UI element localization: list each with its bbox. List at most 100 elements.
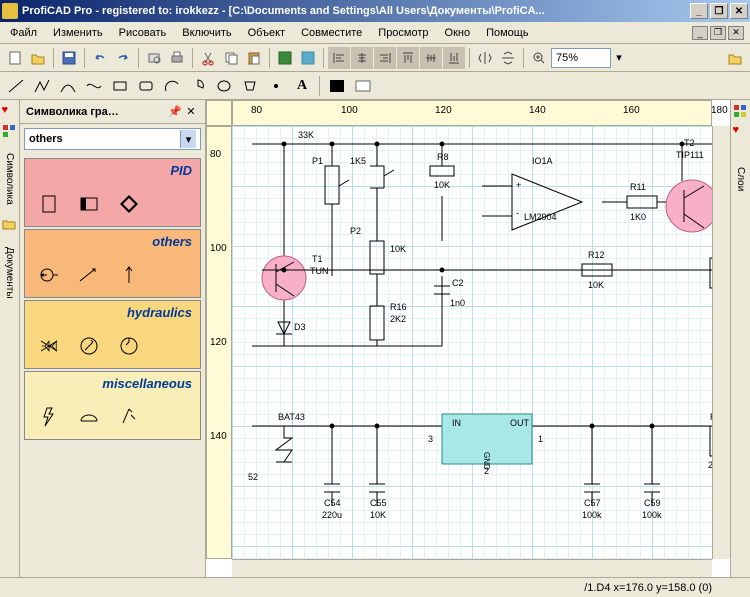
ellipse-tool[interactable] xyxy=(212,75,236,97)
statusbar: /1.D4 x=176.0 y=158.0 (0) xyxy=(0,577,750,597)
label-plus: + xyxy=(516,180,521,190)
chevron-down-icon[interactable]: ▾ xyxy=(180,130,196,148)
menu-window[interactable]: Окно xyxy=(437,25,479,41)
label-r8v: 10K xyxy=(434,180,450,190)
undo-button[interactable] xyxy=(89,47,111,69)
title-text: ProfiCAD Pro - registered to: irokkezz -… xyxy=(22,5,690,17)
image1-button[interactable] xyxy=(274,47,296,69)
menu-help[interactable]: Помощь xyxy=(478,25,537,41)
folder-tab-icon[interactable] xyxy=(2,218,18,234)
doc-minimize-button[interactable]: _ xyxy=(692,26,708,40)
image2-button[interactable] xyxy=(297,47,319,69)
menu-object[interactable]: Объект xyxy=(240,25,293,41)
label-c55: C55 xyxy=(370,498,387,508)
doc-restore-button[interactable]: ❐ xyxy=(710,26,726,40)
others-symbol-2[interactable] xyxy=(75,261,103,289)
category-misc[interactable]: miscellaneous xyxy=(24,371,201,440)
bezier-tool[interactable] xyxy=(82,75,106,97)
tab-symbols[interactable]: Символика xyxy=(1,144,19,214)
zoom-input[interactable]: 75% xyxy=(551,48,611,68)
maximize-button[interactable]: ❐ xyxy=(710,3,728,19)
category-others[interactable]: others xyxy=(24,229,201,298)
label-c59: C59 xyxy=(644,498,661,508)
scrollbar-horizontal[interactable] xyxy=(232,559,712,577)
menu-edit[interactable]: Изменить xyxy=(45,25,111,41)
heart-icon-right[interactable]: ♥ xyxy=(733,124,749,140)
pin-icon[interactable]: 📌 xyxy=(167,104,183,120)
pid-symbol-2[interactable] xyxy=(75,190,103,218)
doc-close-button[interactable]: ✕ xyxy=(728,26,744,40)
print-button[interactable] xyxy=(166,47,188,69)
redo-button[interactable] xyxy=(112,47,134,69)
menu-include[interactable]: Включить xyxy=(174,25,239,41)
category-dropdown[interactable]: others ▾ xyxy=(24,128,201,150)
copy-button[interactable] xyxy=(220,47,242,69)
heart-icon[interactable]: ♥ xyxy=(2,104,18,120)
label-out: OUT xyxy=(510,418,529,428)
align-center-v-button[interactable] xyxy=(420,47,442,69)
save-button[interactable] xyxy=(58,47,80,69)
align-center-h-button[interactable] xyxy=(351,47,373,69)
align-bottom-button[interactable] xyxy=(443,47,465,69)
layers-icon[interactable] xyxy=(733,104,749,120)
panel-title: Символика гра… xyxy=(26,106,167,118)
pie-tool[interactable] xyxy=(186,75,210,97)
hyd-symbol-3[interactable] xyxy=(115,332,143,360)
close-button[interactable]: ✕ xyxy=(730,3,748,19)
text-tool[interactable]: A xyxy=(290,75,314,97)
panel-header: Символика гра… 📌 ✕ xyxy=(20,100,205,124)
others-symbol-1[interactable] xyxy=(35,261,63,289)
curve-tool[interactable] xyxy=(56,75,80,97)
zoom-button[interactable] xyxy=(528,47,550,69)
fill-button[interactable] xyxy=(351,75,375,97)
align-right-button[interactable] xyxy=(374,47,396,69)
ruler-horizontal[interactable]: 80 100 120 140 160 180 xyxy=(232,100,712,126)
pid-symbol-3[interactable] xyxy=(115,190,143,218)
pid-symbol-1[interactable] xyxy=(35,190,63,218)
rect-tool[interactable] xyxy=(108,75,132,97)
flip-v-button[interactable] xyxy=(497,47,519,69)
flip-h-button[interactable] xyxy=(474,47,496,69)
align-top-button[interactable] xyxy=(397,47,419,69)
others-symbol-3[interactable] xyxy=(115,261,143,289)
point-tool[interactable] xyxy=(264,75,288,97)
line-tool[interactable] xyxy=(4,75,28,97)
drawing-canvas[interactable]: 33K P1 1K5 R8 10K IO1A LM2904 + - R11 1K… xyxy=(232,126,712,559)
ruler-vertical[interactable]: 80 100 120 140 xyxy=(206,126,232,559)
cut-button[interactable] xyxy=(197,47,219,69)
misc-symbol-3[interactable] xyxy=(115,403,143,431)
tab-layers[interactable]: Слои xyxy=(732,144,750,214)
menu-align[interactable]: Совместите xyxy=(293,25,370,41)
print-preview-button[interactable] xyxy=(143,47,165,69)
hyd-symbol-1[interactable] xyxy=(35,332,63,360)
polygon-tool[interactable] xyxy=(238,75,262,97)
roundrect-tool[interactable] xyxy=(134,75,158,97)
align-left-button[interactable] xyxy=(328,47,350,69)
label-c54: C54 xyxy=(324,498,341,508)
category-hydraulics[interactable]: hydraulics xyxy=(24,300,201,369)
new-button[interactable] xyxy=(4,47,26,69)
paste-button[interactable] xyxy=(243,47,265,69)
menu-view[interactable]: Просмотр xyxy=(370,25,436,41)
menu-file[interactable]: Файл xyxy=(2,25,45,41)
blocks-icon[interactable] xyxy=(2,124,18,140)
minimize-button[interactable]: _ xyxy=(690,3,708,19)
misc-symbol-2[interactable] xyxy=(75,403,103,431)
menu-draw[interactable]: Рисовать xyxy=(111,25,175,41)
zoom-dropdown-button[interactable]: ▾ xyxy=(612,47,626,69)
misc-symbol-1[interactable] xyxy=(35,403,63,431)
label-tun: TUN xyxy=(310,266,329,276)
label-33k: 33K xyxy=(298,130,314,140)
open-button[interactable] xyxy=(27,47,49,69)
category-pid[interactable]: PID xyxy=(24,158,201,227)
label-c57: C57 xyxy=(584,498,601,508)
tab-documents[interactable]: Документы xyxy=(1,238,19,308)
hyd-symbol-2[interactable] xyxy=(75,332,103,360)
panel-close-icon[interactable]: ✕ xyxy=(183,104,199,120)
folder-button[interactable] xyxy=(724,47,746,69)
ruler-tick: 120 xyxy=(210,337,227,348)
color-button[interactable] xyxy=(325,75,349,97)
arc-tool[interactable] xyxy=(160,75,184,97)
scrollbar-vertical[interactable] xyxy=(712,126,730,559)
polyline-tool[interactable] xyxy=(30,75,54,97)
